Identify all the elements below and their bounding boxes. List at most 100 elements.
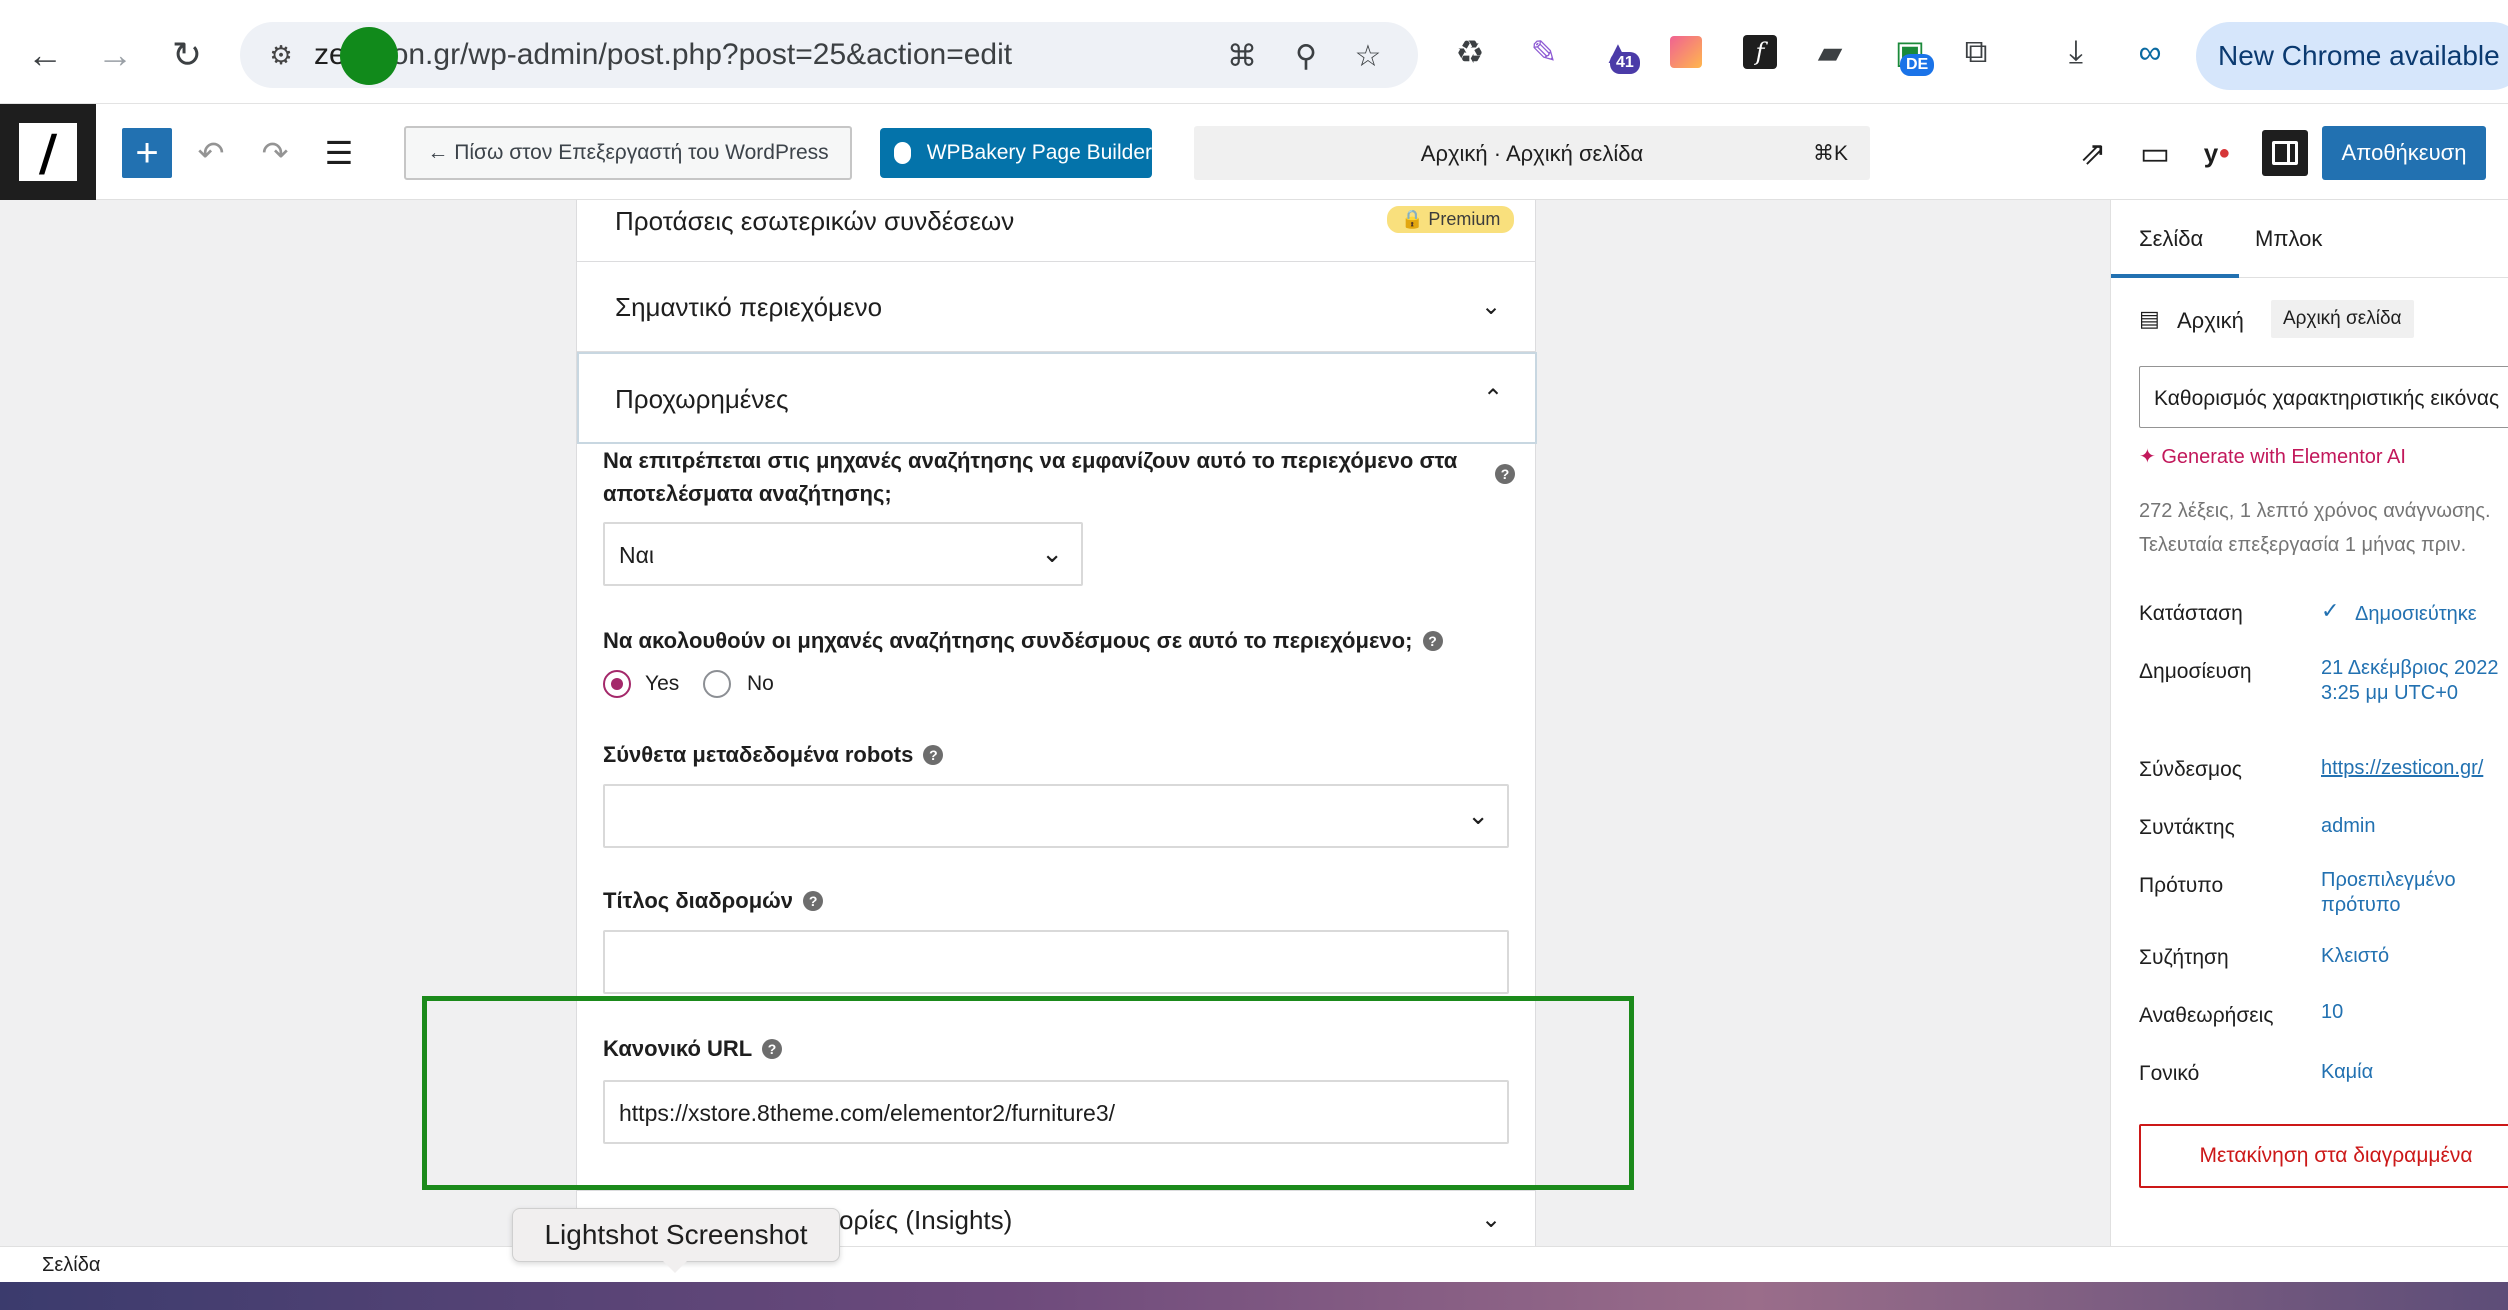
active-tab-indicator (2111, 274, 2239, 278)
extension-badge-count: 41 (1610, 52, 1640, 74)
new-chrome-available-button[interactable]: New Chrome available (2196, 22, 2508, 90)
breadcrumbs-title-label: Τίτλος διαδρομών ? (603, 884, 824, 917)
follow-yes-label: Yes (645, 672, 680, 695)
editor-header: / + ↶ ↷ ☰ ← Πίσω στον Επεξεργαστή του Wo… (0, 104, 2508, 200)
yoast-icon[interactable]: y ● (2194, 130, 2240, 176)
robots-select[interactable]: ⌄ (603, 784, 1509, 848)
reload-icon[interactable]: ↻ (158, 26, 216, 84)
last-edited-info: Τελευταία επεξεργασία 1 μήνας πριν. (2139, 534, 2467, 556)
editor-canvas: Προτάσεις εσωτερικών συνδέσεων 🔒 Premium… (0, 200, 2110, 1246)
ruler-extension-icon[interactable]: ▰ (1808, 30, 1852, 74)
external-link-icon[interactable]: ⇗ (2070, 130, 2116, 176)
lightshot-tooltip: Lightshot Screenshot (512, 1208, 840, 1273)
follow-no-label: No (747, 672, 774, 695)
wpbakery-cloud-icon (894, 142, 911, 164)
parent-value[interactable]: Καμία (2321, 1060, 2373, 1085)
cap-extension-icon[interactable]: ▲ 41 (1596, 30, 1640, 74)
parent-label: Γονικό (2139, 1062, 2200, 1085)
bookmark-star-icon[interactable]: ☆ (1348, 36, 1388, 76)
advanced-section-header[interactable]: Προχωρημένες ⌃ (577, 352, 1537, 444)
sidebar-tabs: Σελίδα Μπλοκ (2111, 200, 2508, 278)
cornerstone-label: Σημαντικό περιεχόμενο (615, 292, 883, 322)
template-value[interactable]: Προεπιλεγμένο πρότυπο (2321, 868, 2501, 918)
font-extension-icon[interactable]: f (1738, 30, 1782, 74)
back-arrow-icon[interactable]: ← (16, 26, 74, 84)
save-button[interactable]: Αποθήκευση (2322, 126, 2486, 180)
translate-icon[interactable]: ⌘ (1222, 36, 1262, 76)
back-to-wordpress-editor-button[interactable]: ← Πίσω στον Επεξεργαστή του WordPress (404, 126, 852, 180)
permalink-value[interactable]: https://zesticon.gr/ (2321, 756, 2483, 781)
publish-value[interactable]: 21 Δεκέμβριος 2022 3:25 μμ UTC+0 (2321, 656, 2501, 706)
recycle-extension-icon[interactable]: ♻ (1448, 30, 1492, 74)
de-extension-icon[interactable]: ▣ DE (1888, 30, 1935, 76)
page-name: Αρχική (2177, 308, 2244, 333)
allow-search-select[interactable]: Ναι ⌄ (603, 522, 1083, 586)
allow-search-value: Ναι (619, 542, 655, 568)
status-label: Κατάσταση (2139, 602, 2243, 625)
download-icon[interactable]: ⤓ (2054, 30, 2098, 74)
chevron-down-icon: ⌄ (1480, 292, 1502, 320)
settings-sidebar-toggle[interactable] (2262, 130, 2308, 176)
revisions-label: Αναθεωρήσεις (2139, 1004, 2274, 1027)
os-dock (0, 1282, 2508, 1310)
url-rest: on.gr/wp-admin/post.php?post=25&action=e… (391, 38, 1013, 71)
page-document-icon: ▤ (2139, 306, 2160, 331)
wpbakery-label: WPBakery Page Builder (926, 141, 1152, 164)
author-label: Συντάκτης (2139, 816, 2235, 839)
word-count-info: 272 λέξεις, 1 λεπτό χρόνος ανάγνωσης. (2139, 500, 2491, 522)
author-value[interactable]: admin (2321, 814, 2375, 839)
command-palette-bar[interactable]: Αρχική · Αρχική σελίδα ⌘K (1194, 126, 1870, 180)
redo-icon[interactable]: ↷ (252, 130, 298, 176)
help-icon[interactable]: ? (923, 745, 944, 765)
breadcrumbs-title-input[interactable] (603, 930, 1509, 994)
elementor-ai-link[interactable]: ✦ Generate with Elementor AI (2139, 444, 2406, 469)
cornerstone-row[interactable]: Σημαντικό περιεχόμενο ⌄ (577, 262, 1535, 352)
robots-label: Σύνθετα μεταδεδομένα robots ? (603, 738, 944, 771)
tab-block[interactable]: Μπλοκ (2255, 226, 2322, 252)
status-value[interactable]: Δημοσιεύτηκε (2355, 602, 2477, 627)
add-block-button[interactable]: + (122, 128, 172, 178)
discussion-value[interactable]: Κλειστό (2321, 944, 2389, 969)
pen-extension-icon[interactable]: ✎ (1522, 30, 1566, 74)
wpbakery-button[interactable]: WPBakery Page Builder (880, 128, 1152, 178)
help-icon[interactable]: ? (803, 891, 824, 911)
address-bar[interactable]: ⚙ ze on.gr/wp-admin/post.php?post=25&acti… (240, 22, 1418, 88)
zoom-icon[interactable]: ⚲ (1286, 36, 1326, 76)
document-overview-icon[interactable]: ☰ (316, 130, 362, 176)
url-text[interactable]: ze on.gr/wp-admin/post.php?post=25&action… (314, 38, 1012, 72)
undo-icon[interactable]: ↶ (188, 130, 234, 176)
profile-glasses-icon[interactable]: ∞ (2128, 30, 2172, 74)
follow-no-radio[interactable] (703, 670, 731, 698)
link-label: Σύνδεσμος (2139, 758, 2242, 781)
annotation-highlight-box (422, 996, 1634, 1190)
chevron-down-icon: ⌄ (1480, 1205, 1502, 1233)
premium-badge: 🔒 Premium (1387, 206, 1515, 233)
follow-links-label: Να ακολουθούν οι μηχανές αναζήτησης συνδ… (603, 624, 1503, 657)
featured-image-button[interactable]: Καθορισμός χαρακτηριστικής εικόνας (2139, 366, 2508, 428)
chevron-down-icon: ⌄ (1041, 538, 1063, 568)
chevron-down-icon: ⌄ (1467, 800, 1489, 830)
allow-search-label: Να επιτρέπεται στις μηχανές αναζήτησης ν… (603, 448, 1458, 506)
discussion-label: Συζήτηση (2139, 946, 2229, 969)
browser-toolbar: ← → ↻ ⚙ ze on.gr/wp-admin/post.php?post=2… (0, 0, 2508, 104)
site-logo-button[interactable]: / (0, 104, 96, 200)
internal-links-row[interactable]: Προτάσεις εσωτερικών συνδέσεων 🔒 Premium (577, 200, 1535, 262)
revisions-value[interactable]: 10 (2321, 1000, 2343, 1025)
sidebar-icon (2272, 141, 2298, 165)
forward-arrow-icon[interactable]: → (86, 26, 144, 84)
shortcut-hint: ⌘K (1812, 142, 1848, 165)
site-info-icon[interactable]: ⚙ (258, 32, 304, 78)
help-icon[interactable]: ? (1422, 631, 1443, 651)
gradient-extension-icon[interactable] (1664, 30, 1708, 74)
preview-device-icon[interactable]: ▭ (2132, 130, 2178, 176)
footer-breadcrumb[interactable]: Σελίδα (42, 1254, 100, 1277)
extension-badge-de: DE (1900, 54, 1935, 76)
move-to-trash-button[interactable]: Μετακίνηση στα διαγραμμένα (2139, 1124, 2508, 1188)
tab-page[interactable]: Σελίδα (2139, 226, 2203, 252)
template-chip: Αρχική σελίδα (2271, 300, 2414, 338)
template-label: Πρότυπο (2139, 874, 2224, 897)
insights-label: ορίες (Insights) (839, 1205, 1013, 1235)
follow-yes-radio[interactable] (603, 670, 631, 698)
help-icon[interactable]: ? (1495, 464, 1515, 484)
puzzle-extensions-icon[interactable]: ⧉ (1954, 30, 1998, 74)
